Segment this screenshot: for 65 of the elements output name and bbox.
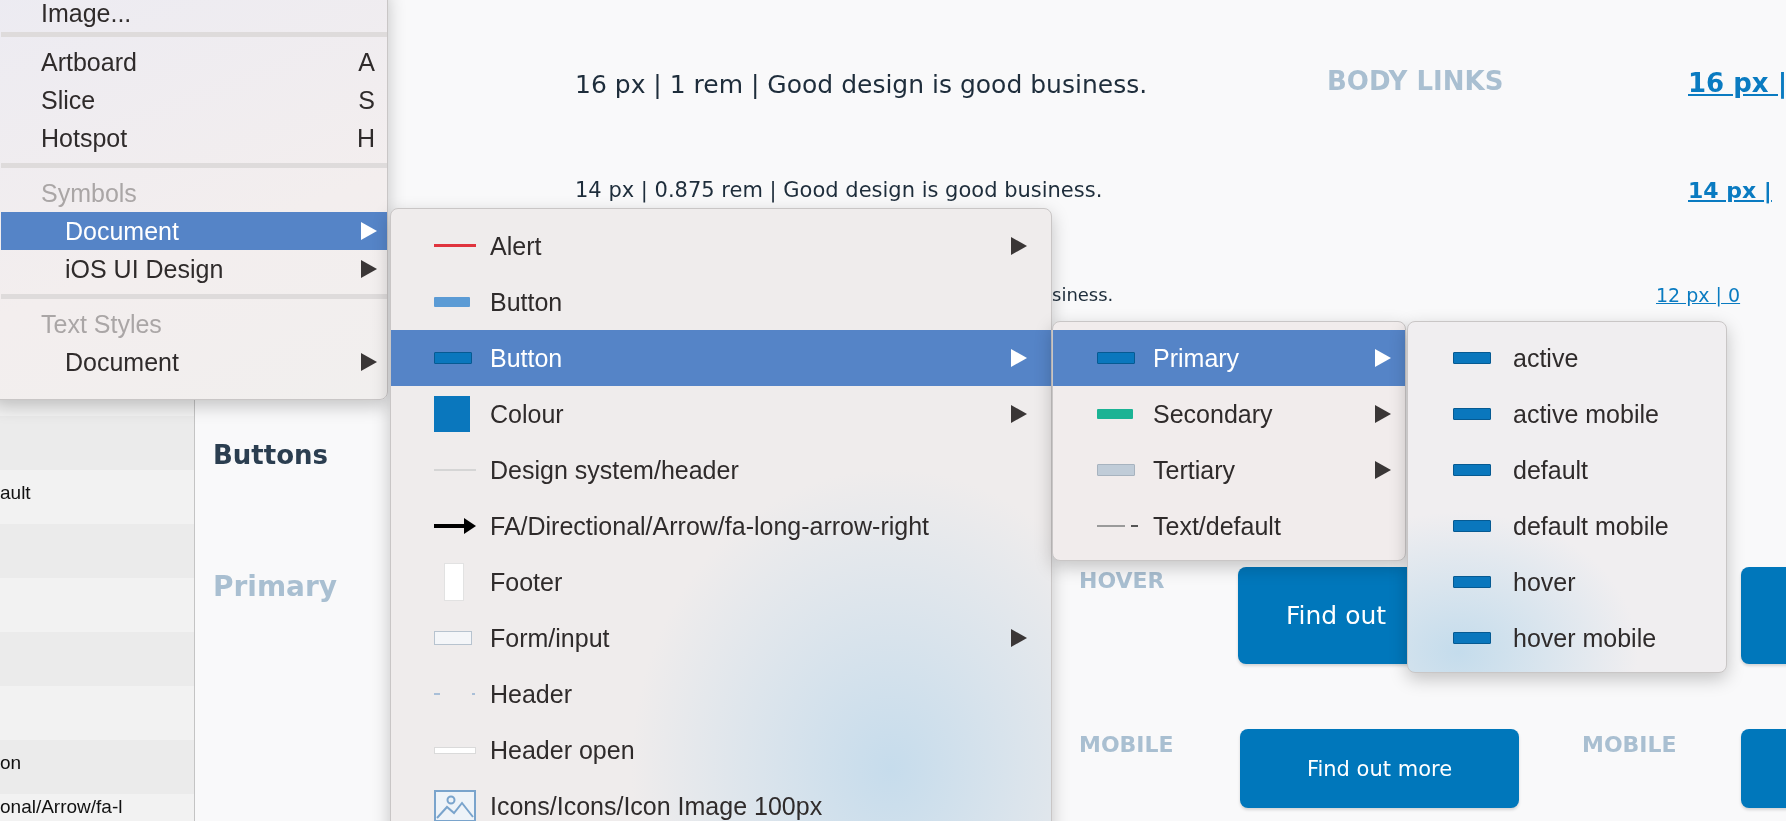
button-thumbnail-icon: [1097, 464, 1135, 476]
body-link[interactable]: 16 px |: [1688, 68, 1786, 98]
menu-item[interactable]: Document: [1, 212, 387, 250]
menu-item[interactable]: Icons/Icons/Icon Image 100px: [391, 778, 1051, 821]
button-thumbnail-icon: [1453, 576, 1491, 588]
button-thumbnail-icon: [1453, 464, 1491, 476]
type-sample-text: siness.: [1052, 284, 1114, 305]
group-title: Primary: [213, 570, 338, 603]
button-thumbnail-icon: [434, 352, 472, 364]
state-label: MOBILE: [1079, 732, 1174, 757]
menu-item[interactable]: Document: [1, 343, 387, 381]
menu-item[interactable]: Hotspot H: [1, 119, 387, 157]
input-thumbnail-icon: [434, 631, 472, 645]
find-out-more-button[interactable]: Find out more: [1240, 729, 1519, 808]
shortcut-key: H: [356, 123, 375, 153]
menu-item[interactable]: Footer: [391, 554, 1051, 610]
alert-line-icon: [434, 244, 476, 248]
menu-item[interactable]: Header open: [391, 722, 1051, 778]
menu-item[interactable]: Header: [391, 666, 1051, 722]
menu-item[interactable]: FA/Directional/Arrow/fa-long-arrow-right: [391, 498, 1051, 554]
layer-name[interactable]: ault: [0, 482, 31, 504]
layer-name[interactable]: on: [0, 752, 22, 774]
menu-item[interactable]: Colour: [391, 386, 1051, 442]
menu-item[interactable]: Tertiary: [1053, 442, 1405, 498]
menu-item[interactable]: active: [1408, 330, 1726, 386]
text-link-thumbnail-icon: [1097, 523, 1139, 529]
footer-thumbnail-icon: [444, 563, 464, 601]
menu-item[interactable]: Alert: [391, 218, 1051, 274]
body-link[interactable]: 14 px |: [1688, 178, 1772, 203]
menu-section-header: Symbols: [41, 178, 137, 208]
long-arrow-right-icon: [434, 518, 476, 534]
menu-item[interactable]: Text/default: [1053, 498, 1405, 554]
state-label: HOVER: [1079, 568, 1165, 593]
menu-item[interactable]: Button: [391, 274, 1051, 330]
layer-name[interactable]: onal/Arrow/fa-l: [0, 796, 123, 818]
shortcut-key: S: [358, 85, 375, 115]
button-thumbnail-icon: [1097, 409, 1133, 419]
menu-item[interactable]: Image...: [1, 0, 387, 26]
menu-item[interactable]: default mobile: [1408, 498, 1726, 554]
menu-item[interactable]: default: [1408, 442, 1726, 498]
menu-item[interactable]: Secondary: [1053, 386, 1405, 442]
header-thumbnail-icon: [434, 746, 476, 754]
shortcut-key: A: [358, 47, 375, 77]
body-link[interactable]: 12 px | 0: [1656, 284, 1741, 306]
section-title: Buttons: [213, 440, 329, 470]
menu-item[interactable]: active mobile: [1408, 386, 1726, 442]
menu-item[interactable]: Artboard A: [1, 43, 387, 81]
button-thumbnail-icon: [1453, 520, 1491, 532]
menu-section-header: Text Styles: [41, 309, 162, 339]
button-thumbnail-icon: [434, 297, 470, 307]
button-thumbnail-icon: [1097, 352, 1135, 364]
menu-item[interactable]: Design system/header: [391, 442, 1051, 498]
button-thumbnail-icon: [1453, 408, 1491, 420]
colour-swatch-icon: [434, 396, 470, 432]
menu-item[interactable]: Primary: [1053, 330, 1405, 386]
menu-item[interactable]: Slice S: [1, 81, 387, 119]
menu-item[interactable]: Form/input: [391, 610, 1051, 666]
state-label: MOBILE: [1582, 732, 1677, 757]
button-thumbnail-icon: [1453, 632, 1491, 644]
menu-item[interactable]: Button: [391, 330, 1051, 386]
type-sample-text: 14 px | 0.875 rem | Good design is good business.: [575, 178, 1103, 202]
type-sample-text: 16 px | 1 rem | Good design is good business.: [575, 70, 1148, 99]
menu-item[interactable]: iOS UI Design: [1, 250, 387, 288]
button-thumbnail-icon: [1453, 352, 1491, 364]
section-label: BODY LINKS: [1327, 66, 1504, 96]
